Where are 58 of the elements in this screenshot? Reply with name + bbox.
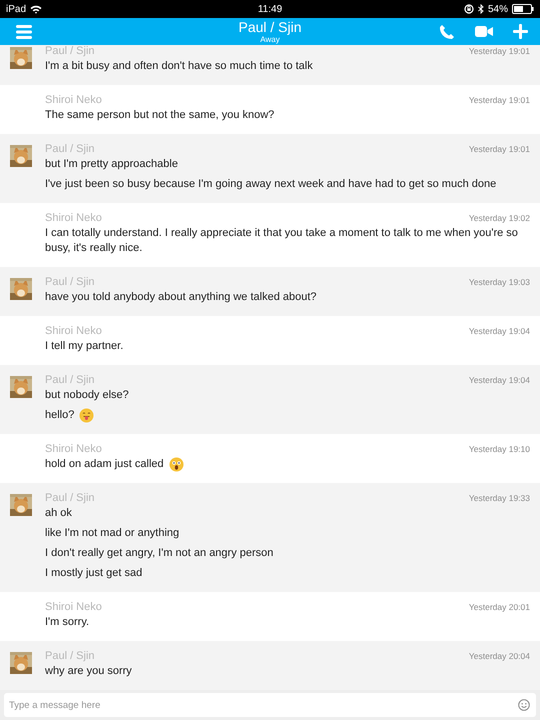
message-text: I mostly just get sad xyxy=(45,566,142,581)
video-camera-icon xyxy=(475,26,493,37)
phone-icon xyxy=(439,24,455,40)
message-text: like I'm not mad or anything xyxy=(45,526,180,541)
timestamp: Yesterday 19:04 xyxy=(468,375,530,385)
rotation-lock-icon xyxy=(464,4,474,14)
sender-name: Paul / Sjin xyxy=(45,276,95,288)
timestamp: Yesterday 19:03 xyxy=(468,277,530,287)
timestamp: Yesterday 19:01 xyxy=(468,95,530,105)
video-call-button[interactable] xyxy=(473,24,495,39)
timestamp: Yesterday 19:01 xyxy=(468,144,530,154)
message-text: I'm sorry. xyxy=(45,615,90,630)
wifi-icon xyxy=(30,4,42,14)
message-text: I don't really get angry, I'm not an angry person xyxy=(45,546,274,561)
message-text: I can totally understand. I really appreciate it that you take a moment to talk to me when you're so busy, it's really nice. xyxy=(45,226,519,256)
sender-name: Shiroi Neko xyxy=(45,601,102,613)
message-text: hold on adam just called xyxy=(45,457,164,472)
sender-name: Paul / Sjin xyxy=(45,374,95,386)
smiley-icon[interactable] xyxy=(518,699,530,711)
shocked-emoji-icon xyxy=(168,457,184,472)
bluetooth-icon xyxy=(478,4,484,14)
menu-icon xyxy=(16,24,32,38)
timestamp: Yesterday 19:01 xyxy=(468,46,530,56)
sender-name: Shiroi Neko xyxy=(45,443,102,455)
clock: 11:49 xyxy=(258,4,282,14)
battery-percent: 54% xyxy=(488,4,508,14)
message-input[interactable]: Type a message here xyxy=(4,693,536,717)
message-text: have you told anybody about anything we talked about? xyxy=(45,290,317,305)
battery-icon xyxy=(512,4,534,14)
timestamp: Yesterday 19:33 xyxy=(468,493,530,503)
sender-name: Paul / Sjin xyxy=(45,492,95,504)
message-text: why are you sorry xyxy=(45,664,132,679)
contact-name: Paul / Sjin xyxy=(238,19,302,35)
sender-name: Paul / Sjin xyxy=(45,143,95,155)
timestamp: Yesterday 19:04 xyxy=(468,326,530,336)
timestamp: Yesterday 20:01 xyxy=(468,602,530,612)
add-button[interactable] xyxy=(511,22,530,41)
message-text: ah ok xyxy=(45,506,72,521)
presence-status: Away xyxy=(260,35,280,44)
message-text: I tell my partner. xyxy=(45,339,124,354)
message-text: but I'm pretty approachable xyxy=(45,157,178,172)
sender-name: Paul / Sjin xyxy=(45,650,95,662)
message-text: The same person but not the same, you know? xyxy=(45,108,274,123)
message-text: but nobody else? xyxy=(45,388,129,403)
message-text: I've just been so busy because I'm going away next week and have had to get so much done xyxy=(45,177,496,192)
sender-name: Shiroi Neko xyxy=(45,212,102,224)
timestamp: Yesterday 20:04 xyxy=(468,651,530,661)
sender-name: Paul / Sjin xyxy=(45,45,95,57)
message-text: hello? xyxy=(45,408,74,423)
tongue-emoji-icon xyxy=(79,408,94,423)
sender-name: Shiroi Neko xyxy=(45,94,102,106)
plus-icon xyxy=(513,24,528,39)
timestamp: Yesterday 19:10 xyxy=(468,444,530,454)
message-text: I'm a bit busy and often don't have so much time to talk xyxy=(45,59,313,74)
menu-button[interactable] xyxy=(14,22,34,40)
device-name: iPad xyxy=(6,4,26,14)
timestamp: Yesterday 19:02 xyxy=(468,213,530,223)
sender-name: Shiroi Neko xyxy=(45,325,102,337)
